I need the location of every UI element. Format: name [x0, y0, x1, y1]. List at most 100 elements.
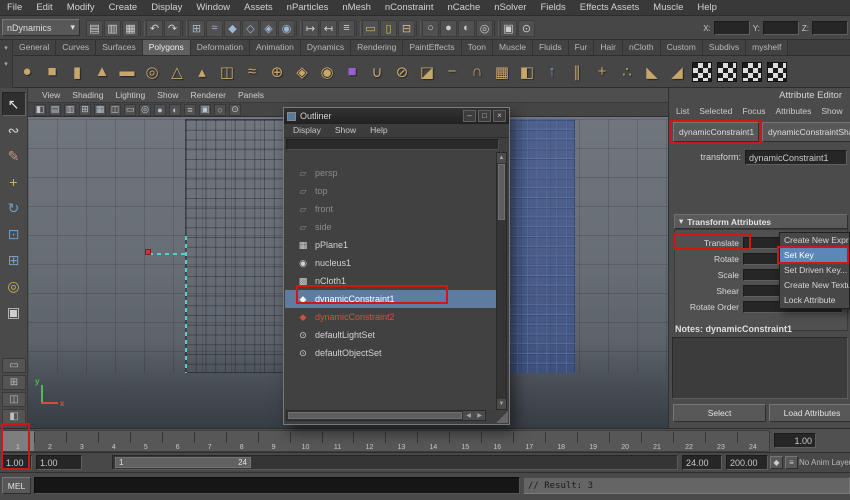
- animation-end-field[interactable]: 200.00: [726, 455, 768, 470]
- poly-separate-icon[interactable]: ⊘: [390, 59, 414, 85]
- lock-selection-icon[interactable]: ▣: [500, 19, 517, 37]
- texture-checker-icon[interactable]: [767, 61, 787, 82]
- outliner-vertical-scrollbar[interactable]: ▲ ▼: [496, 152, 507, 410]
- attribute-editor-menu-item[interactable]: Selected: [694, 104, 737, 118]
- context-menu-item[interactable]: Create New Textu: [780, 278, 849, 293]
- poly-bevel-icon[interactable]: ◣: [640, 59, 664, 85]
- menu-item[interactable]: nMesh: [335, 0, 378, 15]
- last-tool-used[interactable]: ▣: [2, 300, 26, 324]
- context-menu-item[interactable]: Lock Attribute: [780, 293, 849, 308]
- snap-grid-icon[interactable]: ⊞: [188, 19, 205, 37]
- snap-point-icon[interactable]: ◆: [224, 19, 241, 37]
- undo-icon[interactable]: ↶: [146, 19, 163, 37]
- textured-mode-icon[interactable]: ◐: [169, 103, 181, 116]
- outliner-item-dynamicconstraint2[interactable]: ◆ dynamicConstraint2: [285, 308, 498, 326]
- shelf-tab[interactable]: Deformation: [190, 40, 251, 55]
- shelf-tab[interactable]: General: [13, 40, 57, 55]
- frame-tick[interactable]: 9: [257, 431, 290, 451]
- film-gate-icon[interactable]: ▦: [94, 103, 106, 116]
- sculpt-geometry-icon[interactable]: ◉: [315, 59, 339, 85]
- outliner-item-nucleus1[interactable]: ◉ nucleus1: [285, 254, 498, 272]
- shelf-tab[interactable]: PaintEffects: [403, 40, 462, 55]
- frame-tick[interactable]: 18: [545, 431, 577, 451]
- scene-new-icon[interactable]: ▤: [86, 19, 103, 37]
- select-button[interactable]: Select: [673, 404, 766, 422]
- attribute-editor-menu-item[interactable]: Show: [816, 104, 847, 118]
- poly-smooth-icon[interactable]: ▦: [490, 59, 514, 85]
- poly-extrude-icon[interactable]: ↑: [540, 59, 564, 85]
- poly-pyramid-icon[interactable]: ▴: [190, 59, 214, 85]
- frame-tick[interactable]: 13: [385, 431, 417, 451]
- scrollbar-thumb[interactable]: [288, 412, 462, 419]
- current-time-field[interactable]: 1.00: [774, 433, 816, 448]
- universal-manipulator-tool[interactable]: ⊞: [2, 248, 26, 272]
- playback-end-field[interactable]: 24.00: [682, 455, 722, 470]
- menu-item[interactable]: nSolver: [487, 0, 533, 15]
- frame-tick[interactable]: 22: [673, 431, 705, 451]
- scale-tool[interactable]: ⊡: [2, 222, 26, 246]
- shelf-tab[interactable]: Rendering: [351, 40, 404, 55]
- transform-name-field[interactable]: dynamicConstraint1: [745, 150, 847, 165]
- shelf-tab[interactable]: myshelf: [746, 40, 789, 55]
- time-slider-track[interactable]: 1 2 3 4 5 6 7 8 9 10 11 12 13 14 15 16 17 18 19 20 21 22 23 24: [1, 430, 770, 452]
- camera-attributes-icon[interactable]: ▥: [64, 103, 76, 116]
- menu-item[interactable]: Help: [690, 0, 724, 15]
- select-camera-icon[interactable]: ◧: [34, 103, 46, 116]
- frame-tick[interactable]: 23: [704, 431, 737, 451]
- texture-checker-icon[interactable]: [692, 61, 712, 82]
- frame-tick[interactable]: 4: [97, 431, 130, 451]
- frame-tick[interactable]: 8: [225, 431, 258, 451]
- frame-tick[interactable]: 6: [161, 431, 194, 451]
- ipr-render-icon[interactable]: ▯: [380, 19, 397, 37]
- shelf-tab[interactable]: Animation: [250, 40, 301, 55]
- poly-helix-icon[interactable]: ≈: [240, 59, 264, 85]
- y-coordinate-field[interactable]: [762, 21, 799, 35]
- construction-history-icon[interactable]: ≡: [338, 19, 355, 37]
- shelf-tab[interactable]: Fur: [568, 40, 595, 55]
- animation-preferences-button[interactable]: ≡: [785, 456, 798, 469]
- poly-cube-icon[interactable]: ■: [40, 59, 64, 85]
- frame-tick[interactable]: 19: [577, 431, 609, 451]
- frame-tick[interactable]: 5: [129, 431, 162, 451]
- render-current-frame-icon[interactable]: ▭: [362, 19, 379, 37]
- menu-item[interactable]: nConstraint: [378, 0, 441, 15]
- tab-dynamicconstraint1[interactable]: dynamicConstraint1: [673, 122, 759, 142]
- notes-textarea[interactable]: [672, 337, 848, 399]
- load-attributes-button[interactable]: Load Attributes: [769, 404, 850, 422]
- texture-checker-icon[interactable]: [742, 61, 762, 82]
- outliner-item-ncloth1[interactable]: ▩ nCloth1: [285, 272, 498, 290]
- maximize-button[interactable]: □: [478, 110, 491, 122]
- menu-item[interactable]: nParticles: [280, 0, 336, 15]
- transform-attributes-section-header[interactable]: ▾ Transform Attributes: [674, 214, 848, 229]
- shelf-tab[interactable]: Toon: [461, 40, 494, 55]
- frame-tick[interactable]: 1: [2, 431, 34, 451]
- minimize-button[interactable]: –: [463, 110, 476, 122]
- z-coordinate-field[interactable]: [812, 21, 848, 35]
- outliner-item-front[interactable]: ▱ front: [285, 200, 498, 218]
- tab-dynamicconstraintshape[interactable]: dynamicConstraintShape: [762, 122, 850, 142]
- frame-tick[interactable]: 10: [289, 431, 322, 451]
- texture-checker-icon[interactable]: [717, 61, 737, 82]
- frame-tick[interactable]: 2: [33, 431, 66, 451]
- scene-save-icon[interactable]: ▦: [122, 19, 139, 37]
- frame-tick[interactable]: 3: [65, 431, 98, 451]
- context-menu-item[interactable]: Set Key: [780, 248, 849, 263]
- poly-crease-icon[interactable]: ◢: [665, 59, 689, 85]
- outliner-menu-item[interactable]: Show: [328, 124, 363, 137]
- shelf-tab[interactable]: Fluids: [532, 40, 569, 55]
- separator[interactable]: [494, 20, 499, 36]
- grid-toggle-icon[interactable]: ⊞: [79, 103, 91, 116]
- mel-command-input[interactable]: [34, 477, 520, 494]
- ncloth-cube-icon[interactable]: ■: [340, 59, 364, 85]
- shelf-tab[interactable]: Polygons: [142, 40, 191, 55]
- move-tool[interactable]: +: [2, 170, 26, 194]
- isolate-select-icon[interactable]: ⊙: [229, 103, 241, 116]
- redo-icon[interactable]: ↷: [164, 19, 181, 37]
- menu-item[interactable]: Modify: [60, 0, 102, 15]
- menu-item[interactable]: Edit: [29, 0, 59, 15]
- frame-tick[interactable]: 11: [321, 431, 354, 451]
- outliner-filter-field[interactable]: [286, 139, 499, 150]
- outliner-menu-item[interactable]: Help: [363, 124, 394, 137]
- separator[interactable]: [140, 20, 145, 36]
- selection-mask-component-icon[interactable]: ◐: [458, 19, 475, 37]
